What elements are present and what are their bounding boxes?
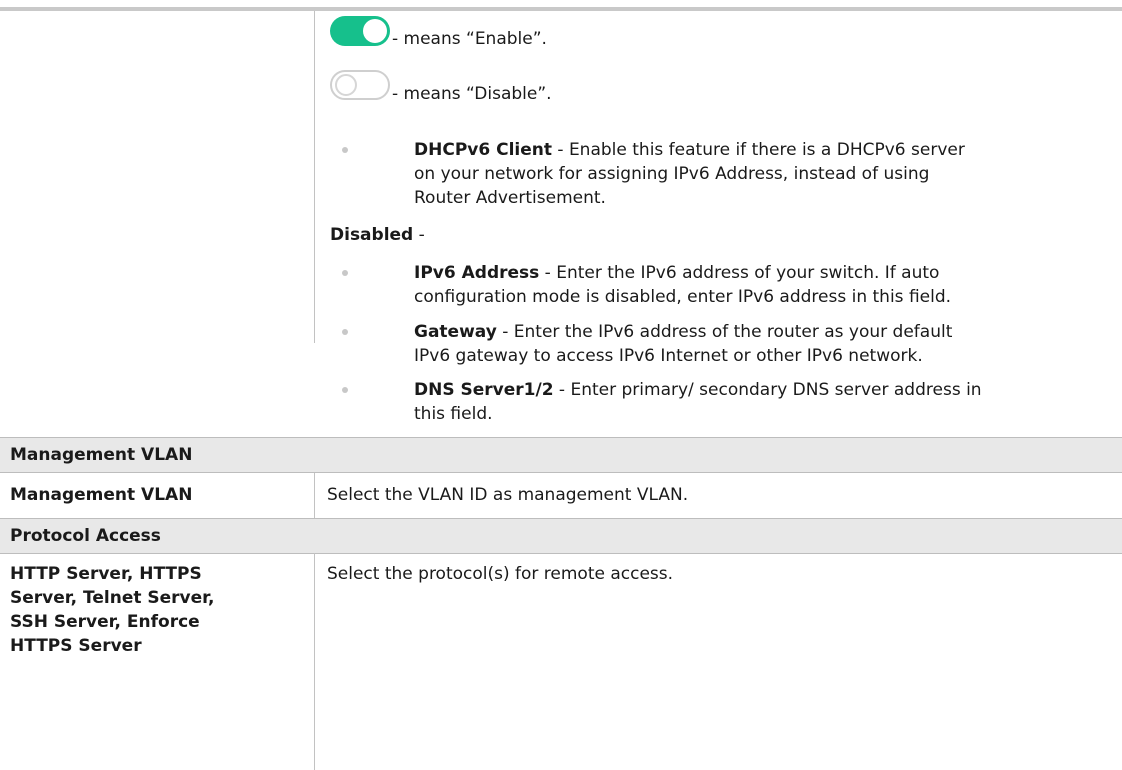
dhcpv6-client-term: DHCPv6 Client [414,140,552,160]
disabled-heading: Disabled - [330,225,425,245]
list-bullet [342,147,348,153]
table-top-border [0,7,1122,11]
section-title-management-vlan: Management VLAN [10,445,193,465]
ipv6-address-item: IPv6 Address - Enter the IPv6 address of… [414,263,952,307]
protocol-description: Select the protocol(s) for remote access… [327,564,674,584]
toggle-enable-legend: - means “Enable”. [392,29,547,49]
section-title-protocol-access: Protocol Access [10,526,161,546]
toggle-enable-icon [330,16,390,46]
gateway-item: Gateway - Enter the IPv6 address of the … [414,322,953,366]
column-divider [314,11,315,343]
column-divider [314,553,315,770]
row-divider [0,553,1122,554]
list-bullet [342,387,348,393]
list-bullet [342,270,348,276]
column-divider [314,473,315,518]
list-bullet [342,329,348,335]
dhcpv6-client-item: DHCPv6 Client - Enable this feature if t… [414,140,965,208]
dns-server-item: DNS Server1/2 - Enter primary/ secondary… [414,380,982,424]
protocol-label: HTTP Server, HTTPS Server, Telnet Server… [10,564,215,656]
management-vlan-label: Management VLAN [10,485,193,505]
toggle-disable-legend: - means “Disable”. [392,84,552,104]
section-header-protocol-access [0,519,1122,553]
toggle-disable-icon [330,70,390,100]
management-vlan-description: Select the VLAN ID as management VLAN. [327,485,689,505]
row-divider [0,472,1122,473]
